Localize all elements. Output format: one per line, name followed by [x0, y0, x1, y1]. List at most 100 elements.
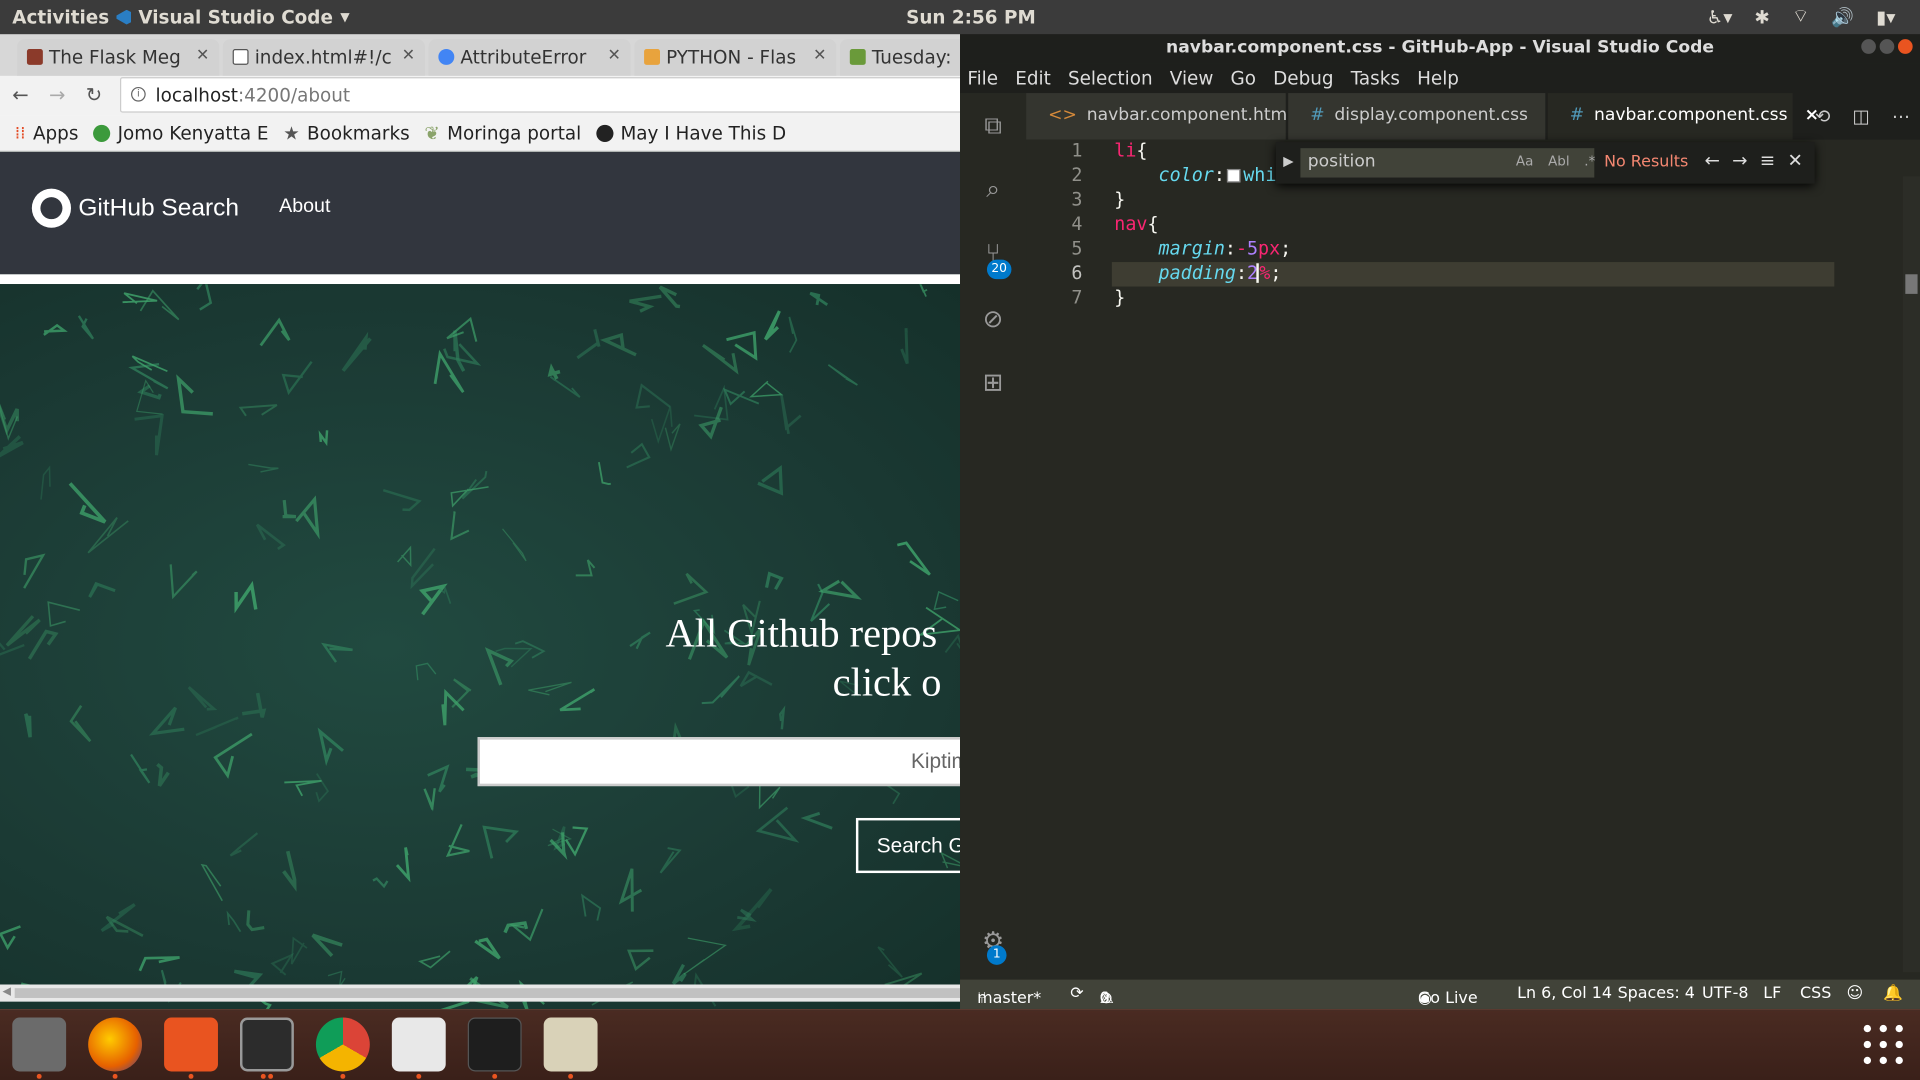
- battery-icon[interactable]: ▮▾: [1876, 6, 1895, 28]
- menu-view[interactable]: View: [1162, 64, 1223, 93]
- explorer-icon[interactable]: ⧉: [977, 110, 1009, 142]
- tab-navbar-html[interactable]: <> navbar.component.html: [1026, 93, 1292, 140]
- running-indicator: [492, 1073, 498, 1079]
- toggle-replace-icon[interactable]: ▶: [1283, 153, 1293, 169]
- extensions-icon[interactable]: ⊞: [977, 367, 1009, 399]
- show-applications-icon[interactable]: [1863, 1024, 1903, 1065]
- bookmark-item[interactable]: May I Have This D: [595, 122, 786, 144]
- brightness-icon[interactable]: ✱: [1754, 6, 1769, 28]
- volume-icon[interactable]: 🔊: [1831, 6, 1854, 28]
- line-ending[interactable]: LF: [1763, 984, 1781, 1002]
- search-icon[interactable]: ⌕: [977, 174, 1009, 206]
- activities-button[interactable]: Activities: [12, 6, 109, 28]
- scribble-mark: [248, 463, 279, 473]
- info-icon[interactable]: i: [131, 86, 146, 102]
- scribble-mark: [40, 465, 51, 500]
- maximize-button[interactable]: [1879, 39, 1895, 54]
- search-input[interactable]: Kiptim: [477, 737, 961, 787]
- menu-tasks[interactable]: Tasks: [1343, 64, 1409, 93]
- debug-icon[interactable]: ⊘: [977, 304, 1009, 336]
- files-icon[interactable]: [12, 1017, 67, 1072]
- css-selector: nav: [1114, 213, 1148, 236]
- split-editor-icon[interactable]: ◫: [1852, 105, 1869, 127]
- horizontal-scrollbar[interactable]: ◀: [0, 984, 961, 1002]
- scribble-mark: [317, 727, 344, 767]
- notifications-icon[interactable]: 🔔: [1883, 984, 1903, 1002]
- close-icon[interactable]: ✕: [196, 47, 209, 65]
- minimize-button[interactable]: [1861, 39, 1876, 54]
- menu-selection[interactable]: Selection: [1061, 64, 1163, 93]
- software-center-icon[interactable]: [164, 1017, 218, 1072]
- back-icon[interactable]: ←: [12, 83, 28, 106]
- scrollbar-thumb[interactable]: [14, 988, 961, 998]
- whole-word-toggle[interactable]: Abl: [1548, 153, 1570, 169]
- indentation[interactable]: Spaces: 4: [1618, 984, 1695, 1002]
- encoding[interactable]: UTF-8: [1702, 984, 1748, 1002]
- previous-match-icon[interactable]: ←: [1705, 149, 1720, 171]
- tab-display-css[interactable]: # display.component.css: [1288, 93, 1546, 140]
- scribble-mark: [788, 316, 798, 353]
- sync-icon[interactable]: ⟳: [1070, 984, 1083, 1002]
- firefox-icon[interactable]: [88, 1017, 143, 1072]
- clock[interactable]: Sun 2:56 PM: [906, 6, 1036, 28]
- code-editor[interactable]: li{ color: whi } nav{ margin:-5px; paddin…: [1111, 140, 1836, 973]
- bookmark-apps[interactable]: ⁞⁞ Apps: [15, 122, 79, 144]
- browser-tab[interactable]: AttributeError ✕: [428, 39, 631, 76]
- close-icon[interactable]: ✕: [1787, 149, 1802, 171]
- browser-tab[interactable]: Tuesday:: [840, 39, 961, 76]
- line-number: 6: [1071, 262, 1083, 285]
- menu-file[interactable]: File: [960, 64, 1008, 93]
- browser-tab[interactable]: PYTHON - Flas ✕: [634, 39, 837, 76]
- bookmark-folder[interactable]: ★ Bookmarks: [283, 122, 409, 144]
- app-menu[interactable]: Visual Studio Code ▼: [116, 6, 350, 28]
- open-changes-icon[interactable]: ⟲: [1815, 105, 1830, 127]
- next-match-icon[interactable]: →: [1732, 149, 1747, 171]
- browser-tab[interactable]: index.html#!/c ✕: [222, 39, 425, 76]
- chrome-icon[interactable]: [315, 1017, 370, 1072]
- cursor-position[interactable]: Ln 6, Col 14: [1517, 984, 1612, 1002]
- bookmark-item[interactable]: Jomo Kenyatta E: [93, 122, 269, 144]
- menu-help[interactable]: Help: [1410, 64, 1469, 93]
- find-in-selection-icon[interactable]: ≡: [1760, 149, 1775, 171]
- menu-go[interactable]: Go: [1223, 64, 1266, 93]
- system-tray[interactable]: ♿▾ ✱ ⌔ 🔊 ▮▾: [1707, 5, 1896, 28]
- match-case-toggle[interactable]: Aa: [1516, 153, 1533, 169]
- color-swatch[interactable]: [1227, 168, 1241, 183]
- regex-toggle[interactable]: .*: [1584, 153, 1595, 169]
- slack-icon[interactable]: [391, 1017, 446, 1072]
- about-link[interactable]: About: [279, 196, 330, 218]
- address-bar[interactable]: i localhost:4200/about: [120, 77, 961, 113]
- scribble-mark: [195, 716, 239, 737]
- bookmark-item[interactable]: ❦ Moringa portal: [424, 122, 581, 144]
- scribble-mark: [415, 662, 437, 681]
- more-actions-icon[interactable]: ⋯: [1892, 105, 1910, 127]
- accessibility-icon[interactable]: ♿▾: [1707, 6, 1733, 28]
- editor-scrollbar[interactable]: [1902, 176, 1920, 973]
- terminal-icon[interactable]: [240, 1017, 294, 1072]
- close-button[interactable]: [1897, 39, 1913, 54]
- wifi-icon[interactable]: ⌔: [1792, 5, 1809, 28]
- forward-icon[interactable]: →: [49, 83, 65, 106]
- code-line: }: [1114, 287, 1836, 311]
- menu-edit[interactable]: Edit: [1008, 64, 1061, 93]
- tab-label: The Flask Meg: [48, 46, 181, 69]
- close-icon[interactable]: ✕: [607, 47, 620, 65]
- scroll-left-icon[interactable]: ◀: [2, 986, 10, 998]
- vscode-icon[interactable]: [467, 1017, 522, 1072]
- search-button[interactable]: Search G: [855, 817, 961, 874]
- scribble-mark: [581, 893, 602, 921]
- close-icon[interactable]: ✕: [402, 47, 415, 65]
- reload-icon[interactable]: ↻: [86, 83, 102, 106]
- tab-navbar-css[interactable]: # navbar.component.css ×: [1547, 93, 1819, 140]
- menu-debug[interactable]: Debug: [1266, 64, 1344, 93]
- text-editor-icon[interactable]: [543, 1017, 598, 1072]
- site-brand[interactable]: GitHub Search: [31, 188, 239, 228]
- language-mode[interactable]: CSS: [1800, 984, 1831, 1002]
- feedback-icon[interactable]: ☺: [1847, 984, 1864, 1002]
- scrollbar-thumb[interactable]: [1905, 274, 1918, 294]
- scribble-mark: [200, 863, 223, 902]
- line-number: 1: [1071, 139, 1083, 162]
- browser-tab[interactable]: The Flask Meg ✕: [17, 39, 220, 76]
- line-number: 3: [1071, 188, 1083, 211]
- close-icon[interactable]: ✕: [813, 47, 826, 65]
